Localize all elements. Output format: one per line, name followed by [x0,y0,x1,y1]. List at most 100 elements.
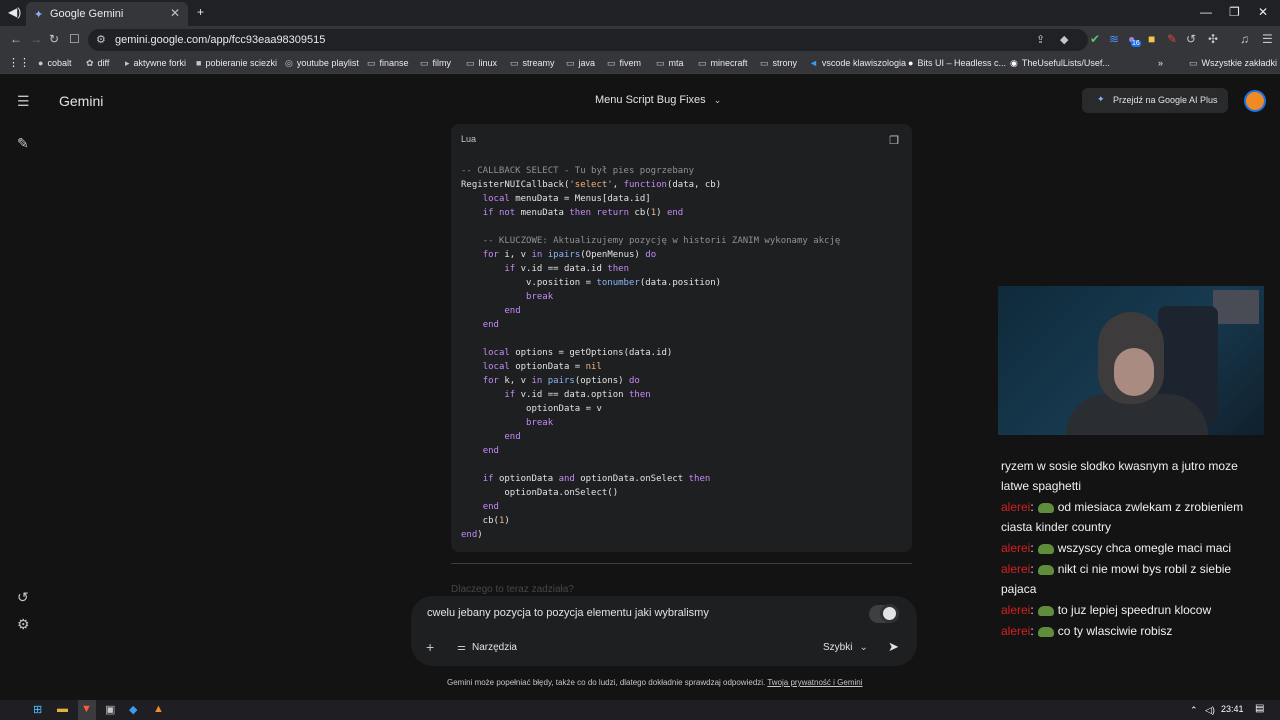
upgrade-label: Przejdź na Google AI Plus [1113,95,1218,105]
media-icon[interactable]: ♫ [1240,32,1249,46]
browser-tab-bar: ◀) ✦ Google Gemini ✕ + — ❐ ✕ [0,0,1280,26]
bookmark-item[interactable]: ▭ fivem [607,58,641,69]
taskbar-spacer [56,700,70,702]
vscode-taskbar-icon[interactable]: ◆ [129,703,137,716]
terminal-icon[interactable]: ▣ [105,703,115,716]
code-block: Lua ❐ -- CALLBACK SELECT - Tu był pies p… [451,124,912,552]
extension-wave-icon[interactable]: ≋ [1109,32,1119,46]
bookmark-icon[interactable]: ☐ [69,32,80,46]
bookmark-item[interactable]: ▭ finanse [367,58,409,69]
privacy-link[interactable]: Twoja prywatność i Gemini [767,678,862,687]
code-line: break [526,418,554,428]
bookmark-item[interactable]: ◉ TheUsefulLists/Usef... [1010,58,1110,69]
clock[interactable]: 23:41 [1221,704,1244,714]
folder-icon: ▭ [510,58,519,68]
more-bookmarks-icon[interactable]: » [1158,58,1163,68]
frog-emote-icon [1037,605,1054,616]
bookmark-item[interactable]: ● Bits UI – Headless c... [908,58,1006,68]
close-tab-icon[interactable]: ✕ [170,6,180,20]
bookmark-item[interactable]: ▭ filmy [420,58,451,69]
code-line: for k, v in pairs(options) do [482,376,640,386]
code-line: for i, v in ipairs(OpenMenus) do [482,250,657,260]
all-bookmarks[interactable]: ▭ Wszystkie zakładki [1189,58,1277,69]
bookmark-circle-icon: ● [908,58,914,68]
address-bar[interactable]: ⚙ gemini.google.com/app/fcc93eaa98309515… [88,29,1088,51]
code-content: -- CALLBACK SELECT - Tu był pies pogrzeb… [461,164,840,542]
folder-icon: ▭ [420,58,429,68]
extension-yellow-icon[interactable]: ■ [1148,32,1155,46]
brave-shield-icon[interactable]: ◆ [1060,33,1068,46]
bookmark-item[interactable]: ▭ linux [466,58,497,69]
code-line: -- KLUCZOWE: Aktualizujemy pozycję w his… [461,236,841,246]
extensions-puzzle-icon[interactable]: ✣ [1208,32,1218,46]
extension-sync-icon[interactable]: ↺ [1186,32,1196,46]
send-icon[interactable]: ➤ [888,639,899,655]
bookmark-item[interactable]: ▸ aktywne forki [125,58,186,69]
close-window-icon[interactable]: ✕ [1258,5,1268,19]
bookmark-item[interactable]: ▭ streamy [510,58,555,69]
reload-icon[interactable]: ↻ [49,32,59,46]
divider [451,563,912,564]
new-tab-icon[interactable]: + [197,5,204,19]
apps-grid-icon[interactable]: ⋮⋮ [8,56,30,69]
avatar[interactable] [1244,90,1266,112]
site-info-icon[interactable]: ⚙ [96,33,106,46]
extension-badge: 16 [1131,40,1141,47]
bookmark-item[interactable]: ■ pobieranie sciezki [196,58,277,68]
bookmark-item[interactable]: ✿ diff [86,58,109,69]
code-line: end [482,446,499,456]
bookmark-item[interactable]: ● cobalt [38,58,71,68]
extension-check-icon[interactable]: ✔ [1090,32,1100,46]
browser-tab[interactable]: ✦ Google Gemini ✕ [26,2,188,26]
share-icon[interactable]: ⇪ [1036,33,1045,46]
code-line: if optionData and optionData.onSelect th… [482,474,711,484]
bookmark-item[interactable]: ▭ minecraft [698,58,748,69]
chat-username: alerei [1001,500,1031,514]
tools-button[interactable]: ⚌ Narzędzia [457,642,517,653]
brave-browser-icon[interactable]: ▼ [81,703,92,715]
bookmark-cobalt-icon: ● [38,58,44,68]
bookmark-item[interactable]: ▭ java [566,58,595,69]
bookmark-globe-icon: ◎ [285,58,293,68]
add-attachment-icon[interactable]: + [426,639,434,655]
settings-gear-icon[interactable]: ⚙ [17,616,30,633]
volume-icon[interactable]: ◁) [1205,705,1215,716]
bookmark-page-icon: ▸ [125,58,130,68]
bookmark-item[interactable]: ◎ youtube playlist [285,58,359,69]
input-widget-toggle[interactable] [869,604,899,623]
menu-dots-icon[interactable]: ☰ [1262,32,1273,46]
tab-audio-icon[interactable]: ◀) [8,5,21,19]
tray-expand-icon[interactable]: ⌃ [1190,705,1198,716]
menu-hamburger-icon[interactable]: ☰ [17,93,30,110]
start-windows-icon[interactable]: ⊞ [33,703,42,716]
chevron-down-icon: ⌄ [713,95,722,105]
bookmark-item[interactable]: ▭ mta [656,58,684,69]
code-language-label: Lua [461,134,477,144]
prompt-input[interactable]: cwelu jebany pozycja to pozycja elementu… [427,607,709,619]
back-icon[interactable]: ← [10,32,22,46]
bookmark-item[interactable]: ▭ strony [760,58,797,69]
chevron-down-icon: ⌄ [859,642,868,653]
restore-icon[interactable]: ❐ [1229,5,1240,19]
faded-heading: Dlaczego to teraz zadziała? [451,584,574,595]
new-chat-icon[interactable]: ✎ [17,135,29,152]
activity-history-icon[interactable]: ↺ [17,589,29,606]
code-line: break [526,292,554,302]
minimize-icon[interactable]: — [1200,5,1212,19]
forward-icon[interactable]: → [30,32,42,46]
copy-code-icon[interactable]: ❐ [889,134,899,147]
chat-message: alerei: to juz lepiej speedrun klocow [1001,603,1212,617]
gemini-favicon-icon: ✦ [34,9,44,21]
extension-red-icon[interactable]: ✎ [1167,32,1177,46]
app-orange-icon[interactable]: ▲ [153,703,164,715]
bookmark-item[interactable]: ◄ vscode klawiszologia [809,58,906,68]
explorer-folder-icon[interactable]: ▬ [57,703,68,715]
model-selector[interactable]: Szybki ⌄ [823,642,868,653]
notifications-icon[interactable]: ▤ [1255,703,1264,714]
code-line: v.position = tonumber(data.position) [461,278,722,288]
gemini-logo[interactable]: Gemini [59,93,103,109]
chat-username: alerei [1001,624,1031,638]
prompt-input-box[interactable]: cwelu jebany pozycja to pozycja elementu… [411,596,917,666]
conversation-title[interactable]: Menu Script Bug Fixes ⌄ [595,94,721,106]
upgrade-button[interactable]: ✦ Przejdź na Google AI Plus [1082,88,1228,113]
